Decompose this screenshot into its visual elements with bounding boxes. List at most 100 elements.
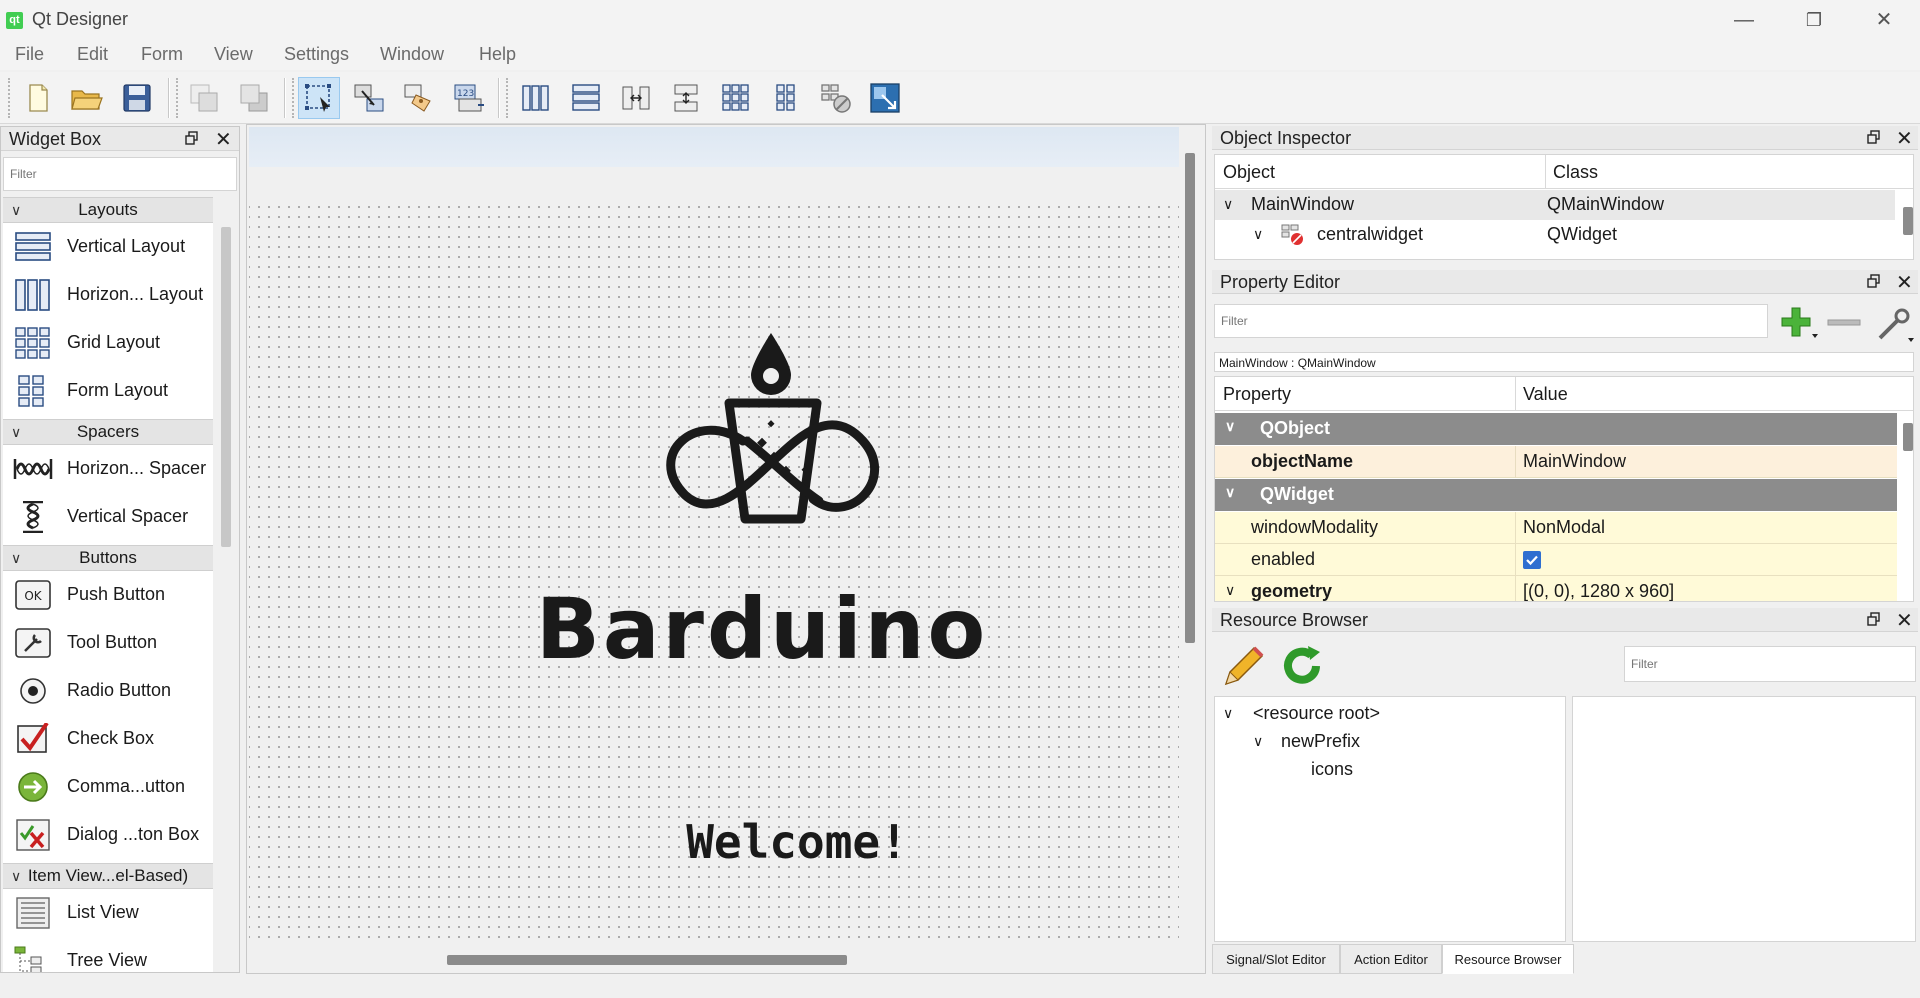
form-menu-bar[interactable] bbox=[249, 127, 1179, 167]
menu-form[interactable]: Form bbox=[141, 44, 183, 65]
send-to-back-icon[interactable] bbox=[183, 77, 225, 119]
property-row-windowmodality[interactable]: windowModality NonModal bbox=[1215, 512, 1897, 544]
widget-item-form-layout[interactable]: Form Layout bbox=[3, 367, 213, 415]
bring-to-front-icon[interactable] bbox=[233, 77, 275, 119]
minimize-button[interactable]: — bbox=[1722, 4, 1766, 36]
widget-item-tool-button[interactable]: Tool Button bbox=[3, 619, 213, 667]
adjust-size-icon[interactable] bbox=[864, 77, 906, 119]
menu-edit[interactable]: Edit bbox=[77, 44, 108, 65]
tab-action-editor[interactable]: Action Editor bbox=[1340, 944, 1442, 974]
restore-button[interactable]: ❐ bbox=[1792, 4, 1836, 36]
edit-resources-pencil-icon[interactable] bbox=[1220, 642, 1268, 690]
widget-item-vertical-spacer[interactable]: Vertical Spacer bbox=[3, 493, 213, 541]
widget-item-tree-view[interactable]: Tree View bbox=[3, 937, 213, 972]
close-button[interactable]: ✕ bbox=[1862, 4, 1906, 36]
chevron-down-icon[interactable]: ∨ bbox=[1225, 418, 1235, 435]
widget-item-check-box[interactable]: Check Box bbox=[3, 715, 213, 763]
chevron-down-icon[interactable]: ∨ bbox=[1225, 484, 1235, 501]
property-row-geometry[interactable]: ∨ geometry [(0, 0), 1280 x 960] bbox=[1215, 576, 1897, 601]
resource-browser-title-bar[interactable]: Resource Browser ✕ bbox=[1212, 608, 1918, 632]
widget-box-filter-input[interactable] bbox=[3, 157, 237, 191]
widget-box-scrollbar[interactable] bbox=[221, 227, 231, 547]
property-group-qwidget[interactable]: ∨ QWidget bbox=[1215, 479, 1897, 511]
edit-signals-slots-icon[interactable] bbox=[348, 77, 390, 119]
resource-tree-root[interactable]: ∨ <resource root> bbox=[1215, 699, 1565, 729]
float-dock-icon[interactable] bbox=[1867, 130, 1881, 144]
category-layouts[interactable]: ∨ Layouts bbox=[3, 197, 213, 223]
property-filter-input[interactable] bbox=[1214, 304, 1768, 338]
edit-buddies-icon[interactable] bbox=[398, 77, 440, 119]
reload-icon[interactable] bbox=[1278, 642, 1326, 690]
widget-item-list-view[interactable]: List View bbox=[3, 889, 213, 937]
widget-broken-layout-icon bbox=[1281, 224, 1303, 245]
configure-property-icon[interactable] bbox=[1874, 304, 1914, 344]
widget-item-push-button[interactable]: OK Push Button bbox=[3, 571, 213, 619]
property-group-qobject[interactable]: ∨ QObject bbox=[1215, 413, 1897, 445]
edit-widgets-icon[interactable] bbox=[298, 77, 340, 119]
break-layout-icon[interactable] bbox=[815, 77, 857, 119]
chevron-down-icon[interactable]: ∨ bbox=[1223, 196, 1233, 213]
form-vertical-scrollbar[interactable] bbox=[1185, 153, 1195, 643]
widget-item-dialog-button-box[interactable]: Dialog ...ton Box bbox=[3, 811, 213, 859]
category-spacers[interactable]: ∨ Spacers bbox=[3, 419, 213, 445]
float-dock-icon[interactable] bbox=[1867, 274, 1881, 288]
close-dock-icon[interactable]: ✕ bbox=[215, 127, 232, 152]
enabled-checkbox[interactable] bbox=[1523, 551, 1541, 569]
toolbar-grip[interactable] bbox=[176, 78, 180, 118]
widget-item-command-link-button[interactable]: Comma...utton bbox=[3, 763, 213, 811]
save-icon[interactable] bbox=[116, 77, 158, 119]
float-dock-icon[interactable] bbox=[185, 131, 199, 145]
layout-vertical-splitter-icon[interactable] bbox=[665, 77, 707, 119]
toolbar-grip[interactable] bbox=[292, 78, 296, 118]
tab-resource-browser[interactable]: Resource Browser bbox=[1442, 944, 1574, 974]
chevron-down-icon[interactable]: ∨ bbox=[1253, 733, 1263, 750]
toolbar-grip[interactable] bbox=[8, 78, 12, 118]
chevron-down-icon[interactable]: ∨ bbox=[1223, 705, 1233, 722]
float-dock-icon[interactable] bbox=[1867, 612, 1881, 626]
add-property-icon[interactable] bbox=[1780, 306, 1820, 340]
layout-horizontal-splitter-icon[interactable] bbox=[615, 77, 657, 119]
menu-view[interactable]: View bbox=[214, 44, 253, 65]
tab-signal-slot-editor[interactable]: Signal/Slot Editor bbox=[1212, 944, 1340, 974]
open-folder-icon[interactable] bbox=[65, 77, 107, 119]
category-item-views[interactable]: ∨ Item View...el-Based) bbox=[3, 863, 213, 889]
tree-row-mainwindow[interactable]: ∨ MainWindow QMainWindow bbox=[1215, 190, 1895, 220]
new-file-icon[interactable] bbox=[17, 77, 59, 119]
close-dock-icon[interactable]: ✕ bbox=[1896, 126, 1913, 151]
property-row-objectname[interactable]: objectName MainWindow bbox=[1215, 446, 1897, 478]
object-inspector-tree: Object Class ∨ MainWindow QMainWindow ∨ … bbox=[1214, 154, 1914, 260]
layout-grid-icon[interactable] bbox=[715, 77, 757, 119]
edit-tab-order-icon[interactable]: 123 bbox=[448, 77, 490, 119]
menu-settings[interactable]: Settings bbox=[284, 44, 349, 65]
tree-row-centralwidget[interactable]: ∨ centralwidget QWidget bbox=[1215, 220, 1895, 250]
layout-vertical-icon[interactable] bbox=[565, 77, 607, 119]
layout-horizontal-icon[interactable] bbox=[515, 77, 557, 119]
form-horizontal-scrollbar[interactable] bbox=[447, 955, 847, 965]
toolbar-grip[interactable] bbox=[506, 78, 510, 118]
widget-item-grid-layout[interactable]: Grid Layout bbox=[3, 319, 213, 367]
resource-tree-prefix[interactable]: ∨ newPrefix bbox=[1215, 727, 1565, 757]
menu-window[interactable]: Window bbox=[380, 44, 444, 65]
menu-help[interactable]: Help bbox=[479, 44, 516, 65]
widget-item-horizontal-spacer[interactable]: Horizon... Spacer bbox=[3, 445, 213, 493]
resource-tree-icons[interactable]: icons bbox=[1215, 755, 1565, 785]
menu-file[interactable]: File bbox=[15, 44, 44, 65]
layout-form-icon[interactable] bbox=[765, 77, 807, 119]
resource-preview-pane[interactable] bbox=[1572, 696, 1916, 942]
chevron-down-icon[interactable]: ∨ bbox=[1225, 582, 1235, 599]
object-inspector-title-bar[interactable]: Object Inspector ✕ bbox=[1212, 126, 1918, 150]
resource-filter-input[interactable] bbox=[1624, 646, 1916, 682]
close-dock-icon[interactable]: ✕ bbox=[1896, 608, 1913, 633]
chevron-down-icon[interactable]: ∨ bbox=[1253, 226, 1263, 243]
property-table-scrollbar[interactable] bbox=[1903, 423, 1913, 451]
property-row-enabled[interactable]: enabled bbox=[1215, 544, 1897, 576]
widget-item-horizontal-layout[interactable]: Horizon... Layout bbox=[3, 271, 213, 319]
remove-property-icon[interactable] bbox=[1826, 310, 1862, 334]
close-dock-icon[interactable]: ✕ bbox=[1896, 270, 1913, 295]
object-inspector-scrollbar[interactable] bbox=[1903, 207, 1913, 235]
widget-box-title-bar[interactable]: Widget Box ✕ bbox=[1, 127, 239, 151]
category-buttons[interactable]: ∨ Buttons bbox=[3, 545, 213, 571]
property-editor-title-bar[interactable]: Property Editor ✕ bbox=[1212, 270, 1918, 294]
widget-item-radio-button[interactable]: Radio Button bbox=[3, 667, 213, 715]
widget-item-vertical-layout[interactable]: Vertical Layout bbox=[3, 223, 213, 271]
